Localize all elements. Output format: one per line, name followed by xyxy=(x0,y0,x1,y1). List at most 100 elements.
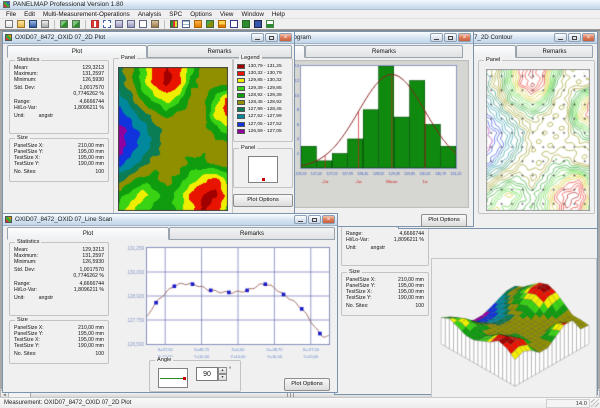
menu-item-analysis[interactable]: Analysis xyxy=(134,10,165,19)
toolbar-data-table-button[interactable] xyxy=(180,19,191,29)
legend-row: 129,85 - 130,32 xyxy=(234,77,292,84)
toolbar-site-forward-button[interactable] xyxy=(113,19,124,29)
legend-swatch xyxy=(237,100,245,106)
close-button[interactable]: × xyxy=(279,33,292,42)
tab-remarks[interactable]: Remarks xyxy=(147,45,292,58)
plot-options-button[interactable]: Plot Options xyxy=(421,214,467,227)
restore-button[interactable] xyxy=(568,33,581,42)
window-2d-plot: OXID07_8472_OXID 07_2D Plot × Plot Remar… xyxy=(2,31,295,223)
window-line-scan: OXID07_8472_OXID 07_Line Scan × Plot Rem… xyxy=(2,213,338,393)
legend-band-label: 127,52 - 127,99 xyxy=(248,114,282,120)
size-group: Size PanelSize X: 210,00 mm PanelSize Y: 19… xyxy=(9,135,109,182)
toolbar-select-sites-button[interactable] xyxy=(101,19,112,29)
legend-swatch xyxy=(237,107,245,113)
stat-value: 100 xyxy=(95,351,104,357)
toolbar-map-green-button[interactable] xyxy=(204,19,215,29)
tab-remarks[interactable]: Remarks xyxy=(305,45,463,58)
toolbar-separator xyxy=(164,19,165,29)
toolbar-window-orange-button[interactable] xyxy=(192,19,203,29)
menu-item-edit[interactable]: Edit xyxy=(20,10,39,19)
toolbar-chart-statistics-button[interactable] xyxy=(264,19,275,29)
toolbar-site-back-button[interactable] xyxy=(125,19,136,29)
toolbar-panel-blue-button[interactable] xyxy=(252,19,263,29)
stat-label: Std. Dev: xyxy=(14,85,36,91)
menu-item-window[interactable]: Window xyxy=(237,10,267,19)
toolbar-sites-07-button[interactable] xyxy=(137,19,148,29)
toolbar-plot-3d-button[interactable] xyxy=(228,19,239,29)
stat-value: 126,5930 xyxy=(82,259,104,265)
legend-row: 127,99 - 128,45 xyxy=(234,106,292,113)
stat-row: Unit: angstr xyxy=(342,245,428,251)
menu-item-file[interactable]: File xyxy=(2,10,20,19)
plot-options-button[interactable]: Plot Options xyxy=(233,194,293,207)
legend-row: 130,79 - 131,25 xyxy=(234,63,292,70)
stat-value: angstr xyxy=(370,245,386,251)
legend-row: 127,52 - 127,99 xyxy=(234,113,292,120)
app-title: PANELMAP Professional Version 1.80 xyxy=(13,1,124,8)
legend-band-label: 129,85 - 130,32 xyxy=(248,78,282,84)
minimize-button[interactable] xyxy=(294,215,307,224)
close-button[interactable]: × xyxy=(582,33,595,42)
toolbar-copy-measurement-button[interactable] xyxy=(58,19,69,29)
toolbar-red-grid-button[interactable] xyxy=(89,19,100,29)
minimize-button[interactable] xyxy=(251,33,264,42)
legend-row: 130,32 - 130,79 xyxy=(234,70,292,77)
restore-button[interactable] xyxy=(444,33,457,42)
window-titlebar[interactable]: OXID07_8472_OXID 07_Line Scan × xyxy=(3,214,337,226)
stat-label: Hi/Lo-Var: xyxy=(14,105,37,111)
site-forward-icon xyxy=(114,20,123,28)
resize-grip[interactable] xyxy=(591,399,599,407)
mdi-client-area: ◄ ► Statistics Mean:129,3213Maximum:131,… xyxy=(0,30,600,397)
window-orange-icon xyxy=(193,20,202,28)
stat-label: TestSize Y: xyxy=(14,343,40,349)
spin-down-icon[interactable]: ▼ xyxy=(218,374,227,381)
legend-swatch xyxy=(237,64,245,70)
toolbar-merge-measurement-button[interactable] xyxy=(70,19,81,29)
legend-band-label: 127,99 - 128,45 xyxy=(248,107,282,113)
window-controls: × xyxy=(294,215,335,224)
window-titlebar[interactable]: OXID07_8472_OXID 07_2D Plot × xyxy=(3,32,294,44)
chart-statistics-icon xyxy=(265,20,274,28)
toolbar-histogram-orange-button[interactable] xyxy=(216,19,227,29)
toolbar-save-button[interactable] xyxy=(27,19,38,29)
toolbar-clipboard-button[interactable] xyxy=(149,19,160,29)
angle-input[interactable]: 90 xyxy=(196,367,218,381)
toolbar-new-document-button[interactable] xyxy=(3,19,14,29)
toolbar-panel-green-button[interactable] xyxy=(240,19,251,29)
toolbar-map-2d-button[interactable] xyxy=(168,19,179,29)
legend-row: 126,59 - 127,05 xyxy=(234,128,292,135)
app-titlebar[interactable]: PANELMAP Professional Version 1.80 xyxy=(0,0,600,10)
scan-direction-marker xyxy=(183,377,186,380)
panel-group: Panel xyxy=(113,55,233,218)
line-scan-canvas xyxy=(111,244,333,366)
toolbar-print-button[interactable] xyxy=(39,19,50,29)
stat-label: Hi/Lo-Var: xyxy=(14,287,37,293)
status-value: 14.0 xyxy=(546,399,590,408)
menu-item-help[interactable]: Help xyxy=(268,10,289,19)
restore-button[interactable] xyxy=(308,215,321,224)
close-button[interactable]: × xyxy=(458,33,471,42)
menu-item-view[interactable]: View xyxy=(216,10,238,19)
stat-value: 100 xyxy=(415,303,424,309)
tab-remarks[interactable]: Remarks xyxy=(169,227,335,240)
minimize-button[interactable] xyxy=(430,33,443,42)
menu-item-multi-measurement-operations[interactable]: Multi-Measurement-Operations xyxy=(39,10,134,19)
site-marker xyxy=(262,178,265,181)
tab-remarks[interactable]: Remarks xyxy=(516,45,593,58)
plot-3d-icon xyxy=(229,20,238,28)
toolbar-open-folder-button[interactable] xyxy=(15,19,26,29)
angle-label: Angle xyxy=(155,357,174,364)
panel-blue-icon xyxy=(253,20,262,28)
close-button[interactable]: × xyxy=(322,215,335,224)
menu-item-spc[interactable]: SPC xyxy=(165,10,186,19)
spin-up-icon[interactable]: ▲ xyxy=(218,367,227,374)
angle-preview[interactable] xyxy=(158,368,188,388)
minimize-button[interactable] xyxy=(554,33,567,42)
data-table-icon xyxy=(181,20,190,28)
plot-options-button[interactable]: Plot Options xyxy=(284,378,330,391)
map-2d-icon xyxy=(169,20,178,28)
menu-item-options[interactable]: Options xyxy=(186,10,216,19)
restore-button[interactable] xyxy=(265,33,278,42)
site-panel-preview[interactable] xyxy=(248,156,278,183)
open-folder-icon xyxy=(16,20,25,28)
